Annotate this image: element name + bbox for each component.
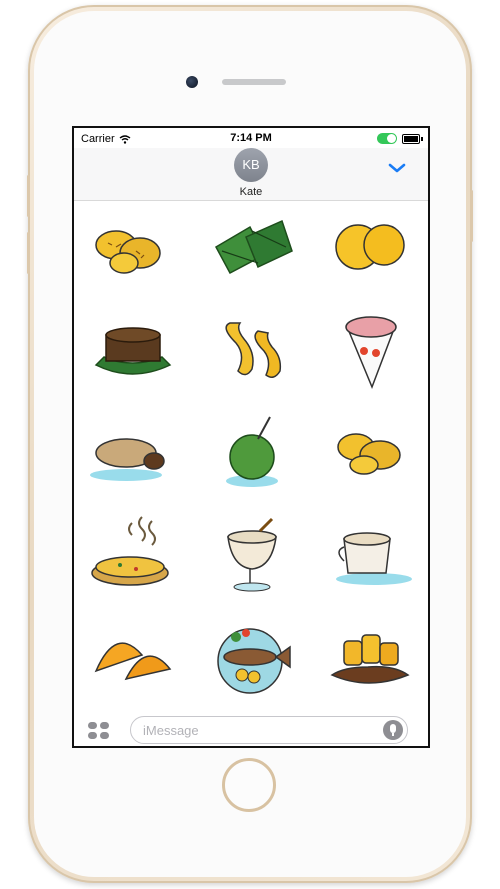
battery-icon bbox=[402, 133, 423, 144]
app-drawer-icon[interactable] bbox=[88, 722, 110, 740]
sticker-plantains-in-sauce[interactable] bbox=[320, 611, 420, 701]
sticker-banana-leaf-wraps[interactable] bbox=[202, 203, 302, 293]
fried-plantains-icon bbox=[95, 230, 161, 274]
cinnamon-drink-icon bbox=[227, 517, 277, 592]
sticker-leaf-cake[interactable] bbox=[82, 305, 182, 395]
status-time: 7:14 PM bbox=[230, 132, 272, 144]
sticker-coconut-drink[interactable] bbox=[202, 407, 302, 497]
sticker-grid bbox=[74, 203, 428, 708]
sticker-empanadas[interactable] bbox=[82, 611, 182, 701]
home-button[interactable] bbox=[222, 758, 276, 812]
status-bar: Carrier 7:14 PM bbox=[74, 128, 428, 148]
sticker-stuffed-plantain[interactable] bbox=[82, 407, 182, 497]
power-button bbox=[470, 190, 473, 242]
status-right bbox=[377, 133, 423, 144]
sticker-fried-plantains-2[interactable] bbox=[320, 407, 420, 497]
front-camera bbox=[186, 76, 198, 88]
shaved-ice-icon bbox=[345, 316, 397, 390]
contact-name[interactable]: Kate bbox=[74, 186, 428, 198]
screen: Carrier 7:14 PM KB Kate bbox=[72, 126, 430, 748]
leaf-cake-icon bbox=[94, 327, 172, 375]
stuffed-plantain-icon bbox=[90, 438, 165, 481]
message-input[interactable] bbox=[141, 722, 365, 739]
leaf-wraps-icon bbox=[214, 219, 293, 275]
toggle-icon bbox=[377, 133, 397, 144]
volume-down-button bbox=[27, 232, 30, 274]
message-field[interactable] bbox=[130, 716, 408, 744]
rice-pie-icon bbox=[91, 516, 169, 586]
earpiece-speaker bbox=[222, 79, 286, 85]
sticker-hot-cup[interactable] bbox=[320, 509, 420, 599]
sticker-cinnamon-drink[interactable] bbox=[202, 509, 302, 599]
hot-cup-icon bbox=[336, 532, 412, 585]
yellow-pastries-icon bbox=[225, 322, 282, 378]
sticker-fried-plantains[interactable] bbox=[82, 203, 182, 293]
conversation-header: KB Kate bbox=[74, 148, 428, 201]
message-input-bar bbox=[74, 713, 428, 746]
yellow-buns-icon bbox=[335, 224, 405, 270]
coconut-icon bbox=[226, 416, 278, 487]
sticker-steaming-rice-pie[interactable] bbox=[82, 509, 182, 599]
sticker-shaved-ice-cone[interactable] bbox=[320, 305, 420, 395]
fried-plantains-2-icon bbox=[337, 433, 401, 475]
fish-plate-icon bbox=[217, 628, 291, 694]
microphone-icon[interactable] bbox=[383, 720, 403, 740]
volume-up-button bbox=[27, 175, 30, 217]
sticker-fish-plate[interactable] bbox=[202, 611, 302, 701]
sticker-yellow-buns[interactable] bbox=[320, 203, 420, 293]
plantains-sauce-icon bbox=[330, 634, 410, 684]
contact-avatar[interactable]: KB bbox=[234, 148, 268, 182]
chevron-down-icon[interactable] bbox=[386, 160, 408, 176]
sticker-yellow-pastries[interactable] bbox=[202, 305, 302, 395]
empanadas-icon bbox=[94, 642, 172, 681]
